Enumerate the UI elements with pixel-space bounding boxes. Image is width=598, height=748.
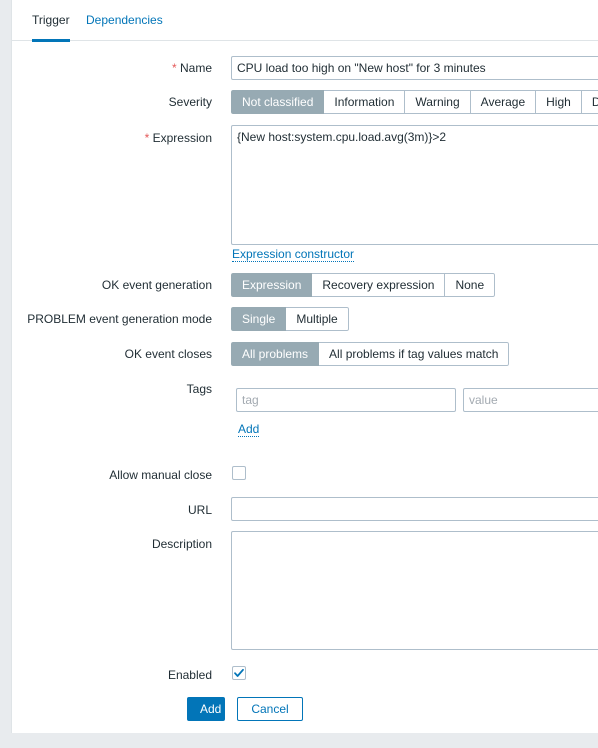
- ok-event-generation-radio-group[interactable]: Expression Recovery expression None: [231, 273, 496, 297]
- ok-event-generation-option-recovery-expression[interactable]: Recovery expression: [312, 273, 446, 297]
- severity-radio-group[interactable]: Not classified Information Warning Avera…: [231, 90, 598, 114]
- name-label: * Name: [12, 61, 212, 75]
- checkmark-icon: [234, 668, 244, 677]
- expression-label-text: Expression: [152, 131, 212, 145]
- ok-event-generation-label: OK event generation: [101, 278, 212, 292]
- tags-add-link[interactable]: Add: [238, 422, 260, 437]
- tab-bar: Trigger Dependencies: [12, 0, 598, 42]
- trigger-form-card: Trigger Dependencies * Name Severity Not…: [11, 0, 598, 733]
- submit-button[interactable]: Add: [187, 697, 225, 721]
- enabled-checkbox[interactable]: [232, 666, 246, 680]
- tag-value-input[interactable]: [463, 388, 598, 412]
- severity-option-warning[interactable]: Warning: [405, 90, 471, 114]
- expression-required-marker: *: [144, 131, 150, 145]
- problem-event-generation-mode-option-multiple[interactable]: Multiple: [286, 307, 349, 331]
- name-required-marker: *: [171, 61, 177, 75]
- tab-dependencies[interactable]: Dependencies: [86, 13, 163, 39]
- severity-option-high[interactable]: High: [536, 90, 582, 114]
- tab-trigger[interactable]: Trigger: [32, 13, 70, 42]
- ok-event-generation-option-expression[interactable]: Expression: [231, 273, 313, 297]
- severity-option-information[interactable]: Information: [324, 90, 406, 114]
- name-label-text: Name: [179, 61, 212, 75]
- ok-event-closes-label: OK event closes: [124, 347, 212, 361]
- ok-event-closes-option-all-problems[interactable]: All problems: [231, 342, 320, 366]
- severity-option-disaster[interactable]: Disaster: [581, 90, 598, 114]
- name-input[interactable]: [231, 56, 598, 80]
- ok-event-closes-option-tag-values-match[interactable]: All problems if tag values match: [319, 342, 510, 366]
- tags-label: Tags: [186, 382, 212, 396]
- description-label: Description: [151, 537, 212, 551]
- expression-constructor-link[interactable]: Expression constructor: [232, 247, 355, 262]
- problem-event-generation-mode-label: PROBLEM event generation mode: [27, 312, 212, 326]
- url-input[interactable]: [231, 497, 598, 521]
- problem-event-generation-mode-option-single[interactable]: Single: [231, 307, 287, 331]
- expression-textarea[interactable]: [231, 125, 598, 245]
- severity-option-average[interactable]: Average: [470, 90, 537, 114]
- severity-label: Severity: [168, 95, 212, 109]
- cancel-button[interactable]: Cancel: [237, 697, 303, 721]
- allow-manual-close-label: Allow manual close: [109, 468, 212, 482]
- tag-name-input[interactable]: [236, 388, 456, 412]
- problem-event-generation-mode-radio-group[interactable]: Single Multiple: [231, 307, 349, 331]
- ok-event-closes-radio-group[interactable]: All problems All problems if tag values …: [231, 342, 510, 366]
- severity-option-not-classified[interactable]: Not classified: [231, 90, 325, 114]
- allow-manual-close-checkbox[interactable]: [232, 466, 246, 480]
- url-label: URL: [187, 503, 212, 517]
- enabled-label: Enabled: [167, 668, 212, 682]
- expression-label: * Expression: [12, 131, 212, 145]
- ok-event-generation-option-none[interactable]: None: [445, 273, 496, 297]
- description-textarea[interactable]: [231, 531, 598, 650]
